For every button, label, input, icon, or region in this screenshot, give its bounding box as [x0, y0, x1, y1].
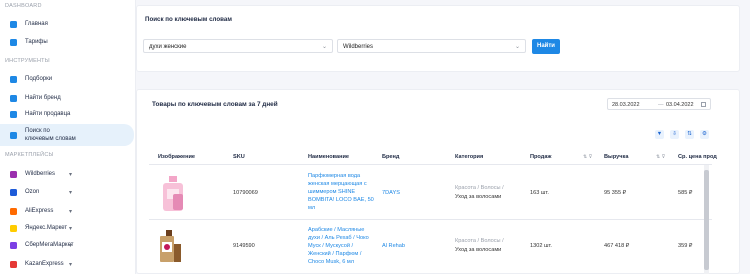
- chevron-down-icon: ▾: [69, 171, 73, 178]
- col-sku: SKU: [233, 154, 245, 160]
- chevron-down-icon: ▾: [69, 189, 73, 196]
- kazanexpress-icon: [10, 260, 17, 268]
- sidebar-item-label: Подборки: [25, 76, 53, 82]
- ozon-icon: [10, 188, 17, 196]
- sidebar-item-ozon[interactable]: Ozon ▾: [0, 186, 134, 198]
- find-button[interactable]: Найти: [532, 39, 560, 54]
- sidebar-item-find-seller[interactable]: Найти продавца: [0, 108, 134, 120]
- header-divider: [149, 164, 712, 165]
- sidebar: DASHBOARD Главная Тарифы ИНСТРУМЕНТЫ Под…: [0, 0, 136, 274]
- row-avg-price: 359 ₽: [678, 243, 693, 249]
- sidebar-item-label: Найти бренд: [25, 95, 61, 101]
- date-from: 28.03.2022: [612, 102, 640, 108]
- keyword-input[interactable]: духи женские ⌄: [143, 39, 333, 53]
- row-divider: [149, 219, 712, 220]
- filter-icon[interactable]: ▼: [655, 130, 664, 139]
- row-sku: 10790069: [233, 190, 258, 196]
- aliexpress-icon: [10, 207, 17, 215]
- row-brand[interactable]: 7DAYS: [382, 189, 400, 197]
- row-brand[interactable]: Al Rehab: [382, 242, 405, 250]
- row-avg-price: 585 ₽: [678, 190, 693, 196]
- chevron-down-icon: ▾: [69, 242, 73, 249]
- sidebar-item-home[interactable]: Главная: [0, 18, 134, 30]
- sort-icon[interactable]: ⇅ ⊽: [583, 154, 592, 160]
- chevron-down-icon: ⌄: [321, 44, 327, 50]
- sidebar-item-label: Wildberries: [25, 171, 56, 177]
- seller-icon: [10, 110, 17, 118]
- sidebar-item-label: СберМегаМаркет: [25, 242, 74, 248]
- row-name[interactable]: Парфюмерная вода женская мерцающая с шим…: [308, 172, 374, 212]
- chevron-down-icon: ▾: [69, 261, 73, 268]
- search-title: Поиск по ключевым словам: [145, 16, 232, 23]
- product-image: [163, 176, 183, 211]
- section-tools: ИНСТРУМЕНТЫ: [5, 58, 50, 64]
- calendar-icon: [701, 102, 706, 107]
- sidebar-item-label: Тарифы: [25, 39, 48, 45]
- sidebar-item-label: Главная: [25, 21, 48, 27]
- sort-icon[interactable]: ⇅ ⊽: [656, 154, 665, 160]
- row-category: Уход за волосами: [455, 194, 502, 200]
- sidebar-item-label: Поиск по ключевым словам: [25, 128, 76, 142]
- download-icon[interactable]: ⇩: [670, 130, 679, 139]
- sidebar-item-aliexpress[interactable]: AliExpress ▾: [0, 205, 134, 217]
- sbermegamarket-icon: [10, 241, 17, 249]
- chevron-down-icon: ▾: [69, 225, 73, 232]
- tariff-icon: [10, 38, 17, 46]
- yandex-market-icon: [10, 224, 17, 232]
- date-separator: —: [658, 102, 664, 108]
- sidebar-item-label: Яндекс.Маркет: [25, 225, 68, 231]
- date-to: 03.04.2022: [666, 102, 694, 108]
- sidebar-item-collections[interactable]: Подборки: [0, 73, 134, 85]
- product-image: [160, 230, 181, 262]
- col-sales[interactable]: Продаж: [530, 154, 551, 160]
- col-avg-price[interactable]: Ср. цена прод: [678, 154, 717, 160]
- sidebar-item-label: KazanExpress: [25, 261, 64, 267]
- sort-icon[interactable]: ⇅: [685, 130, 694, 139]
- row-sku: 9149590: [233, 243, 255, 249]
- settings-icon[interactable]: ⚙: [700, 130, 709, 139]
- sidebar-item-tariffs[interactable]: Тарифы: [0, 36, 134, 48]
- row-revenue: 467 418 ₽: [604, 243, 630, 249]
- keyword-value: духи женские: [149, 44, 187, 50]
- row-category-path: Красота / Волосы /: [455, 185, 504, 191]
- chevron-down-icon: ▾: [69, 208, 73, 215]
- section-marketplaces: МАРКЕТПЛЕЙСЫ: [5, 152, 54, 158]
- col-category: Категория: [455, 154, 484, 160]
- row-sales: 1302 шт.: [530, 243, 552, 249]
- sidebar-item-find-brand[interactable]: Найти бренд: [0, 92, 134, 104]
- col-revenue[interactable]: Выручка: [604, 154, 628, 160]
- marketplace-value: Wildberries: [343, 44, 374, 50]
- col-brand: Бренд: [382, 154, 400, 160]
- sidebar-item-sbermegamarket[interactable]: СберМегаМаркет ▾: [0, 239, 134, 251]
- layers-icon: [10, 75, 17, 83]
- wildberries-icon: [10, 170, 17, 178]
- sidebar-item-wildberries[interactable]: Wildberries ▾: [0, 168, 134, 180]
- col-image: Изображение: [158, 154, 195, 160]
- home-icon: [10, 20, 17, 28]
- row-category: Уход за волосами: [455, 247, 502, 253]
- sidebar-item-label: Ozon: [25, 189, 40, 195]
- sidebar-item-yandex-market[interactable]: Яндекс.Маркет ▾: [0, 222, 134, 234]
- chevron-down-icon: ⌄: [514, 44, 520, 50]
- results-card: [136, 89, 740, 274]
- row-category-path: Красота / Волосы /: [455, 238, 504, 244]
- date-range-picker[interactable]: 28.03.2022 — 03.04.2022: [607, 98, 711, 110]
- sidebar-item-kazanexpress[interactable]: KazanExpress ▾: [0, 258, 134, 270]
- search-icon: [10, 132, 17, 139]
- row-revenue: 95 355 ₽: [604, 190, 627, 196]
- row-name[interactable]: Арабские / Масляные духи / Аль Рехаб / Ч…: [308, 226, 369, 266]
- brand-icon: [10, 94, 17, 102]
- marketplace-select[interactable]: Wildberries ⌄: [337, 39, 526, 53]
- sidebar-item-label: Найти продавца: [25, 111, 71, 117]
- col-name: Наименование: [308, 154, 350, 160]
- results-title: Товары по ключевым словам за 7 дней: [152, 101, 278, 108]
- row-sales: 163 шт.: [530, 190, 549, 196]
- section-dashboard: DASHBOARD: [5, 3, 42, 9]
- sidebar-item-label: AliExpress: [25, 208, 54, 214]
- table-scrollbar-thumb[interactable]: [704, 170, 709, 270]
- sidebar-item-keyword-search[interactable]: Поиск по ключевым словам: [0, 124, 134, 146]
